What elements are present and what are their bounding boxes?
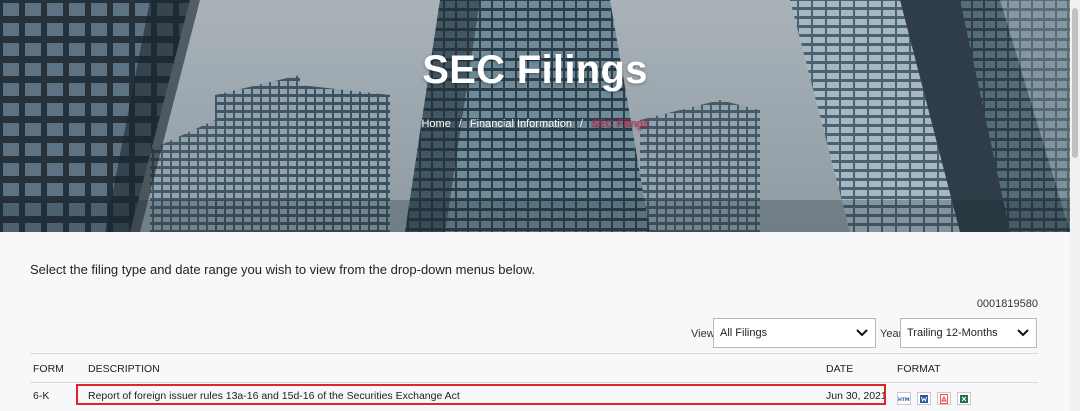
column-header-date: DATE <box>826 363 854 375</box>
year-filter-select[interactable]: Trailing 12-Months <box>900 318 1037 348</box>
breadcrumb: Home / Financial Information / SEC Filings <box>0 118 1070 130</box>
year-filter-label: Year <box>880 328 903 340</box>
breadcrumb-separator: / <box>458 118 462 130</box>
svg-text:HTML: HTML <box>898 397 910 403</box>
view-filter-value: All Filings <box>720 327 768 339</box>
pdf-icon[interactable] <box>937 392 951 405</box>
breadcrumb-home[interactable]: Home <box>421 118 450 130</box>
filings-table-header: FORM DESCRIPTION DATE FORMAT <box>30 353 1038 383</box>
html-icon[interactable]: HTML <box>897 392 911 405</box>
cik-number: 0001819580 <box>976 298 1038 310</box>
instructions-text: Select the filing type and date range yo… <box>30 262 536 277</box>
column-header-format: FORMAT <box>897 363 941 375</box>
hero-banner: SEC Filings Home / Financial Information / S… <box>0 0 1070 232</box>
skyscraper-background-image <box>0 0 1070 232</box>
breadcrumb-current-page: SEC Filings <box>591 118 649 130</box>
page-scrollbar[interactable] <box>1070 0 1080 411</box>
page-title: SEC Filings <box>422 48 648 92</box>
highlight-annotation-box <box>76 384 886 405</box>
breadcrumb-separator: / <box>579 118 584 130</box>
scrollbar-thumb[interactable] <box>1072 8 1078 158</box>
breadcrumb-financial-information[interactable]: Financial Information <box>470 118 572 130</box>
view-filter-select[interactable]: All Filings <box>713 318 876 348</box>
view-filter-label: View <box>691 328 715 340</box>
column-header-form: FORM <box>33 363 64 375</box>
chevron-down-icon <box>1010 329 1036 337</box>
chevron-down-icon <box>849 329 875 337</box>
form-type-cell: 6-K <box>33 390 50 402</box>
word-icon[interactable] <box>917 392 931 405</box>
excel-icon[interactable] <box>957 392 971 405</box>
year-filter-value: Trailing 12-Months <box>907 327 998 339</box>
column-header-description: DESCRIPTION <box>88 363 160 375</box>
